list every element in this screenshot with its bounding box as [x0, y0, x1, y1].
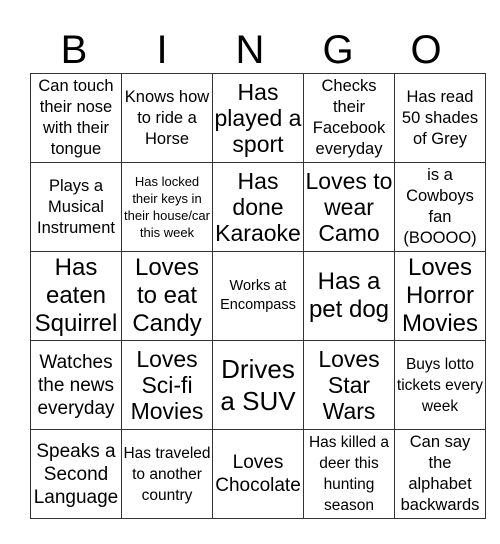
bingo-cell[interactable]: Buys lotto tickets every week [394, 340, 486, 430]
bingo-header: B I N G O [30, 27, 470, 73]
header-letter-o: O [410, 28, 442, 72]
bingo-cell[interactable]: Loves Star Wars [303, 340, 395, 430]
bingo-cell[interactable]: Drives a SUV [212, 340, 304, 430]
bingo-cell[interactable]: Loves to wear Camo [303, 162, 395, 252]
bingo-cell[interactable]: Has done Karaoke [212, 162, 304, 252]
bingo-cell[interactable]: Has traveled to another country [121, 429, 213, 519]
bingo-cell[interactable]: Has read 50 shades of Grey [394, 73, 486, 163]
header-letter-n: N [235, 28, 265, 72]
header-letter-i: I [156, 28, 168, 72]
bingo-cell[interactable]: is a Cowboys fan (BOOOO) [394, 162, 486, 252]
bingo-cell[interactable]: Loves Chocolate [212, 429, 304, 519]
bingo-row: Can touch their nose with their tongue K… [30, 73, 486, 163]
bingo-cell[interactable]: Loves Horror Movies [394, 251, 486, 341]
header-letter-g: G [322, 28, 354, 72]
free-space-cell[interactable]: Works at Encompass [212, 251, 304, 341]
bingo-row: Watches the news everyday Loves Sci-fi M… [30, 340, 486, 430]
bingo-cell[interactable]: Has killed a deer this hunting season [303, 429, 395, 519]
bingo-row: Has eaten Squirrel Loves to eat Candy Wo… [30, 251, 486, 341]
bingo-cell[interactable]: Speaks a Second Language [30, 429, 122, 519]
bingo-cell[interactable]: Has a pet dog [303, 251, 395, 341]
bingo-cell[interactable]: Loves Sci-fi Movies [121, 340, 213, 430]
bingo-row: Plays a Musical Instrument Has locked th… [30, 162, 486, 252]
bingo-cell[interactable]: Knows how to ride a Horse [121, 73, 213, 163]
bingo-cell[interactable]: Plays a Musical Instrument [30, 162, 122, 252]
bingo-cell[interactable]: Has locked their keys in their house/car… [121, 162, 213, 252]
bingo-cell[interactable]: Has eaten Squirrel [30, 251, 122, 341]
bingo-row: Speaks a Second Language Has traveled to… [30, 429, 486, 519]
bingo-cell[interactable]: Watches the news everyday [30, 340, 122, 430]
bingo-cell[interactable]: Can say the alphabet backwards [394, 429, 486, 519]
bingo-cell[interactable]: Has played a sport [212, 73, 304, 163]
bingo-cell[interactable]: Loves to eat Candy [121, 251, 213, 341]
bingo-card: Can touch their nose with their tongue K… [30, 73, 486, 519]
header-letter-b: B [60, 28, 88, 72]
bingo-cell[interactable]: Checks their Facebook everyday [303, 73, 395, 163]
bingo-cell[interactable]: Can touch their nose with their tongue [30, 73, 122, 163]
